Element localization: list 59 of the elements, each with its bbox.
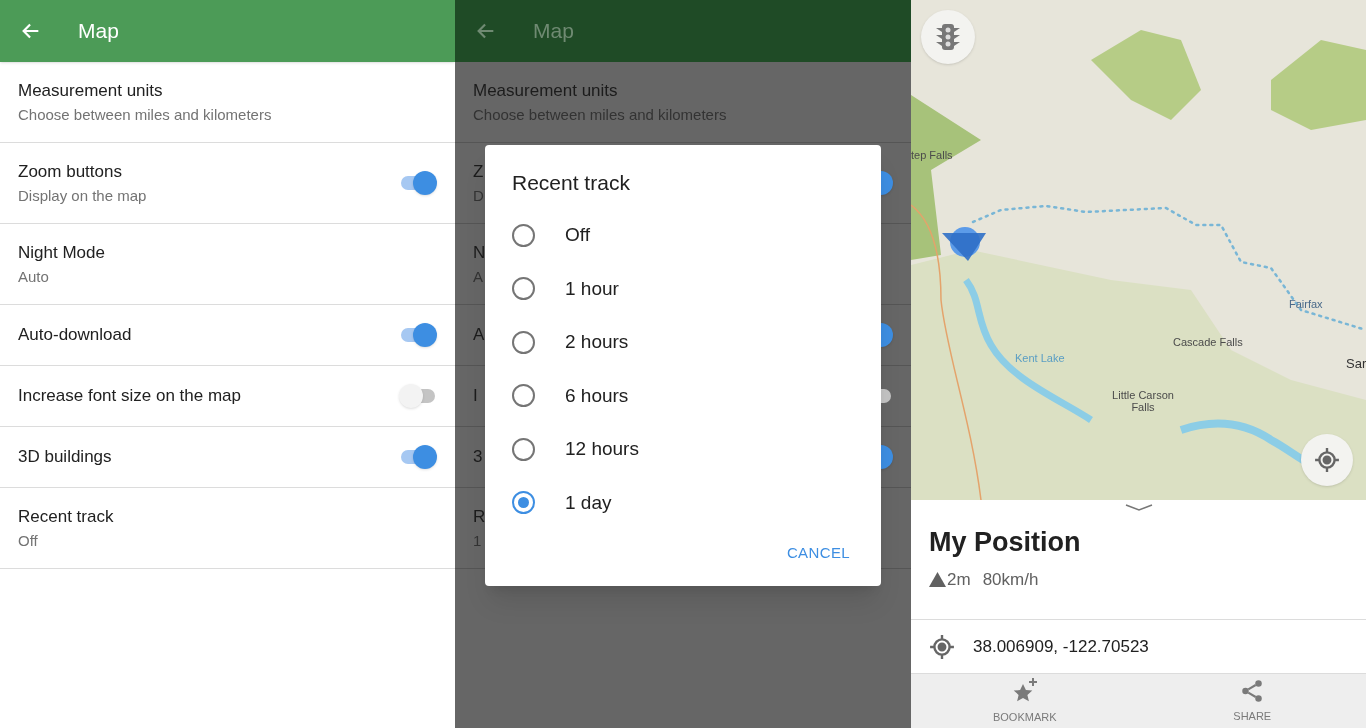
- setting-title: Increase font size on the map: [18, 385, 242, 408]
- radio-button[interactable]: [512, 223, 535, 247]
- map-label: Cascade Falls: [1173, 335, 1243, 350]
- map-label: Kent Lake: [1015, 351, 1065, 366]
- chevron-down-icon[interactable]: [1124, 504, 1153, 512]
- option-label[interactable]: 12 hours: [565, 435, 639, 464]
- setting-title: Zoom buttons: [18, 161, 123, 183]
- settings-row[interactable]: 3D buildings: [0, 427, 455, 488]
- settings-row[interactable]: Zoom buttons Display on the map: [0, 143, 455, 224]
- setting-title: I: [473, 385, 478, 408]
- setting-title: R: [473, 506, 486, 528]
- toggle-switch[interactable]: [399, 445, 437, 469]
- screen-title: Map: [533, 18, 574, 45]
- radio-button[interactable]: [512, 384, 535, 408]
- radio-button[interactable]: [512, 330, 535, 354]
- radio-button[interactable]: [512, 491, 535, 515]
- option-label[interactable]: 6 hours: [565, 381, 629, 410]
- place-title: My Position: [928, 526, 1082, 559]
- map-label: Little Carson Falls: [1111, 389, 1175, 413]
- option-label[interactable]: Off: [565, 221, 590, 250]
- setting-subtitle: Display on the map: [18, 185, 147, 206]
- setting-title: Measurement units: [18, 80, 164, 102]
- traffic-light-icon: [935, 22, 961, 52]
- setting-subtitle: Choose between miles and kilometers: [18, 104, 272, 125]
- setting-title: A: [473, 324, 485, 347]
- altitude-value: 2m: [947, 568, 971, 591]
- settings-row[interactable]: Increase font size on the map: [0, 366, 455, 427]
- screen-title: Map: [78, 18, 119, 45]
- position-arrow-icon: [941, 224, 987, 262]
- setting-title: Auto-download: [18, 324, 132, 347]
- toggle-switch[interactable]: [399, 323, 437, 347]
- setting-title: Z: [473, 161, 484, 183]
- setting-title: Measurement units: [473, 80, 619, 102]
- setting-subtitle: Auto: [18, 266, 50, 287]
- radio-button[interactable]: [512, 277, 535, 301]
- altitude-triangle-icon: [929, 571, 946, 587]
- target-icon: [929, 633, 955, 660]
- dialog-title: Recent track: [512, 170, 631, 196]
- setting-subtitle: Off: [18, 530, 39, 551]
- option-label[interactable]: 1 day: [565, 488, 612, 517]
- map-label: Fairfax: [1289, 297, 1323, 312]
- setting-title: Recent track: [18, 506, 114, 528]
- map-label: Sar: [1346, 355, 1366, 373]
- speed-value: 80km/h: [982, 568, 1039, 591]
- setting-title: Night Mode: [18, 242, 105, 264]
- option-label[interactable]: 1 hour: [565, 274, 619, 303]
- settings-row[interactable]: Auto-download: [0, 305, 455, 366]
- setting-title: N: [473, 242, 486, 264]
- action-button[interactable]: BOOKMARK: [911, 674, 1139, 728]
- map-label: tep Falls: [911, 148, 953, 163]
- toggle-switch[interactable]: [399, 384, 437, 408]
- setting-title: 3: [473, 446, 483, 469]
- option-label[interactable]: 2 hours: [565, 328, 629, 357]
- setting-title: 3D buildings: [18, 446, 112, 469]
- toggle-switch[interactable]: [399, 171, 437, 195]
- action-button[interactable]: SHARE: [1138, 674, 1366, 728]
- coordinates: 38.006909, -122.70523: [973, 635, 1149, 658]
- radio-button[interactable]: [512, 437, 535, 461]
- locate-icon: [1314, 447, 1340, 473]
